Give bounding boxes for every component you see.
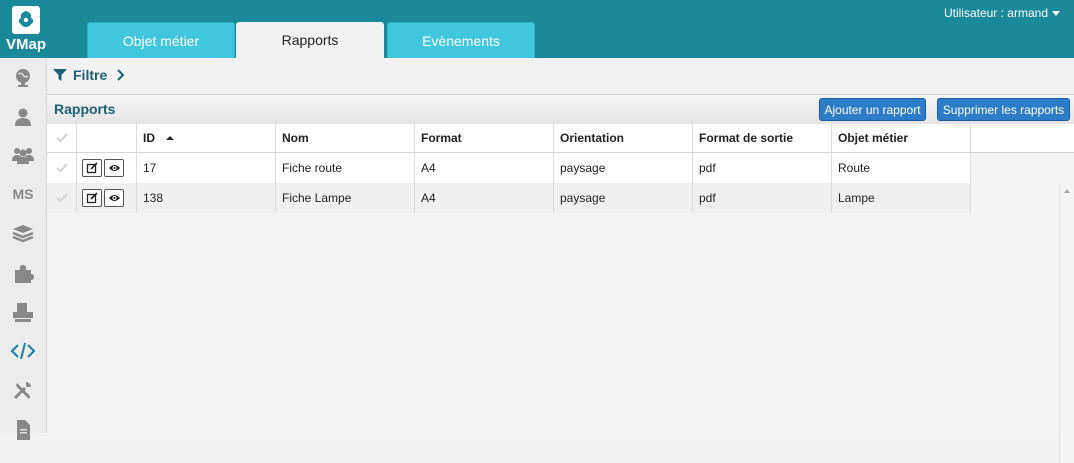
tab-objet-metier[interactable]: Objet métier: [87, 22, 235, 58]
row-checkbox[interactable]: [47, 183, 77, 213]
sort-asc-icon: [166, 136, 174, 140]
add-report-button[interactable]: Ajouter un rapport: [819, 98, 926, 121]
filter-toggle[interactable]: Filtre: [53, 67, 127, 83]
check-icon: [55, 163, 68, 173]
tab-label: Evènements: [422, 32, 500, 49]
cell-format: A4: [415, 153, 554, 183]
ms-icon: MS: [12, 186, 34, 202]
chevron-right-icon: [117, 69, 125, 81]
check-icon: [55, 193, 68, 203]
user-menu[interactable]: Utilisateur : armand: [944, 6, 1060, 20]
column-label: Format de sortie: [699, 131, 794, 145]
logo-text: VMap: [5, 36, 46, 53]
column-label: Orientation: [560, 131, 625, 145]
column-label: Nom: [282, 131, 309, 145]
sidebar-item-user[interactable]: [0, 98, 46, 136]
panel-header: Rapports Ajouter un rapport Supprimer le…: [47, 94, 1074, 125]
select-all-checkbox[interactable]: [47, 124, 77, 152]
cell-orientation: paysage: [554, 153, 693, 183]
table-row[interactable]: 17 Fiche route A4 paysage pdf Route: [47, 153, 971, 183]
sidebar: MS: [0, 58, 47, 440]
sidebar-item-print[interactable]: [0, 293, 46, 331]
cell-format-sortie: pdf: [693, 183, 832, 213]
tab-rapports[interactable]: Rapports: [236, 22, 384, 58]
vertical-scrollbar[interactable]: [1059, 184, 1074, 463]
printer-icon: [13, 303, 33, 322]
sidebar-item-tools[interactable]: [0, 371, 46, 409]
user-label: Utilisateur : armand: [943, 6, 1048, 20]
tab-evenements[interactable]: Evènements: [387, 22, 535, 58]
tab-label: Rapports: [281, 32, 339, 48]
panel-title: Rapports: [54, 101, 116, 117]
cell-objet-metier: Lampe: [832, 183, 971, 213]
check-icon: [55, 133, 68, 143]
edit-icon: [86, 192, 98, 204]
vmap-logo-icon: [12, 6, 40, 34]
delete-reports-button[interactable]: Supprimer les rapports: [937, 98, 1070, 121]
filter-label: Filtre: [73, 67, 108, 83]
sidebar-item-globe[interactable]: [0, 58, 46, 96]
column-header-objet-metier[interactable]: Objet métier: [832, 124, 971, 152]
layers-icon: [12, 225, 34, 243]
eye-icon: [108, 195, 120, 201]
column-label: Objet métier: [838, 131, 909, 145]
cell-format: A4: [415, 183, 554, 213]
cell-nom: Fiche Lampe: [276, 183, 415, 213]
sidebar-item-modules[interactable]: [0, 254, 46, 292]
column-header-format[interactable]: Format: [415, 124, 554, 152]
column-header-format-sortie[interactable]: Format de sortie: [693, 124, 832, 152]
table-row[interactable]: 138 Fiche Lampe A4 paysage pdf Lampe: [47, 183, 971, 213]
puzzle-icon: [15, 265, 34, 283]
column-label: ID: [143, 131, 155, 145]
cell-orientation: paysage: [554, 183, 693, 213]
globe-icon: [16, 69, 30, 87]
sidebar-item-code[interactable]: [0, 332, 46, 370]
table-header: ID Nom Format Orientation Format de sort…: [47, 124, 1074, 153]
sidebar-item-layers[interactable]: [0, 215, 46, 253]
cell-format-sortie: pdf: [693, 153, 832, 183]
tab-label: Objet métier: [122, 32, 200, 49]
caret-down-icon: [1052, 11, 1060, 17]
tools-icon: [13, 381, 31, 400]
view-button[interactable]: [104, 189, 124, 207]
column-label: Format: [421, 131, 462, 145]
eye-icon: [108, 165, 120, 171]
row-actions: [77, 183, 137, 213]
cell-objet-metier: Route: [832, 153, 971, 183]
file-icon: [17, 420, 30, 440]
row-actions: [77, 153, 137, 183]
user-icon: [15, 108, 31, 126]
users-icon: [12, 148, 34, 164]
column-header-id[interactable]: ID: [137, 124, 276, 152]
app-logo[interactable]: VMap: [0, 0, 52, 58]
edit-button[interactable]: [82, 159, 102, 177]
filter-bar: Filtre: [47, 58, 1074, 92]
reports-panel: Rapports Ajouter un rapport Supprimer le…: [47, 94, 1074, 463]
sidebar-item-file[interactable]: [0, 410, 46, 448]
row-checkbox[interactable]: [47, 153, 77, 183]
cell-id: 138: [137, 183, 276, 213]
edit-button[interactable]: [82, 189, 102, 207]
sidebar-item-users[interactable]: [0, 136, 46, 174]
cell-id: 17: [137, 153, 276, 183]
view-button[interactable]: [104, 159, 124, 177]
filter-icon: [53, 69, 67, 81]
edit-icon: [86, 162, 98, 174]
column-header-nom[interactable]: Nom: [276, 124, 415, 152]
sidebar-item-ms[interactable]: MS: [0, 175, 46, 213]
top-bar: VMap Objet métier Rapports Evènements Ut…: [0, 0, 1074, 58]
scroll-up-icon: [1064, 189, 1070, 193]
reports-table: ID Nom Format Orientation Format de sort…: [47, 124, 1074, 463]
code-icon: [10, 342, 36, 360]
column-header-orientation[interactable]: Orientation: [554, 124, 693, 152]
cell-nom: Fiche route: [276, 153, 415, 183]
actions-header: [77, 124, 137, 152]
